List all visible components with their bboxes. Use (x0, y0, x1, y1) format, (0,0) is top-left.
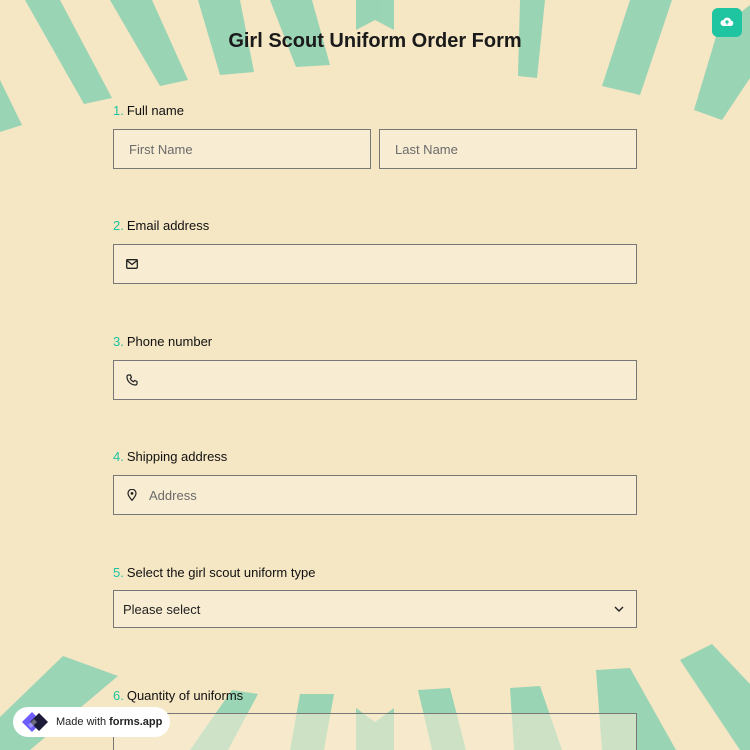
made-with-forms-app-badge[interactable]: Made with forms.app (13, 707, 170, 737)
address-input[interactable]: Address (113, 475, 637, 515)
badge-prefix: Made with (56, 716, 107, 728)
first-name-placeholder: First Name (129, 141, 193, 157)
question-text: Full name (126, 103, 184, 118)
forms-app-logo-icon (20, 711, 50, 733)
address-placeholder: Address (149, 487, 197, 503)
question-phone-label: 3. Phone number (113, 334, 212, 349)
phone-icon (124, 372, 140, 388)
uniform-type-select[interactable]: Please select (113, 590, 637, 628)
question-email-label: 2. Email address (113, 218, 209, 233)
question-text: Shipping address (126, 449, 228, 464)
question-shipping-label: 4. Shipping address (113, 449, 227, 464)
question-text: Select the girl scout uniform type (126, 565, 316, 580)
question-text: Quantity of uniforms (126, 688, 244, 703)
question-uniform-type-label: 5. Select the girl scout uniform type (113, 565, 315, 580)
question-number: 2. (113, 218, 124, 233)
last-name-placeholder: Last Name (395, 141, 458, 157)
question-quantity-label: 6. Quantity of uniforms (113, 688, 243, 703)
question-number: 4. (113, 449, 124, 464)
email-input[interactable] (113, 244, 637, 284)
last-name-input[interactable]: Last Name (379, 129, 637, 169)
first-name-input[interactable]: First Name (113, 129, 371, 169)
location-pin-icon (124, 487, 140, 503)
question-number: 3. (113, 334, 124, 349)
question-number: 6. (113, 688, 124, 703)
question-text: Email address (126, 218, 210, 233)
cloud-upload-button[interactable] (712, 8, 742, 37)
chevron-down-icon (614, 606, 624, 612)
question-number: 5. (113, 565, 124, 580)
form-title: Girl Scout Uniform Order Form (228, 30, 522, 52)
envelope-icon (124, 256, 140, 272)
phone-input[interactable] (113, 360, 637, 400)
question-full-name-label: 1. Full name (113, 103, 184, 118)
badge-brand: forms.app (109, 716, 163, 728)
uniform-type-selected-value: Please select (123, 601, 201, 617)
cloud-upload-icon (720, 14, 734, 32)
question-text: Phone number (126, 334, 213, 349)
question-number: 1. (113, 103, 124, 118)
quantity-input[interactable] (113, 713, 637, 750)
